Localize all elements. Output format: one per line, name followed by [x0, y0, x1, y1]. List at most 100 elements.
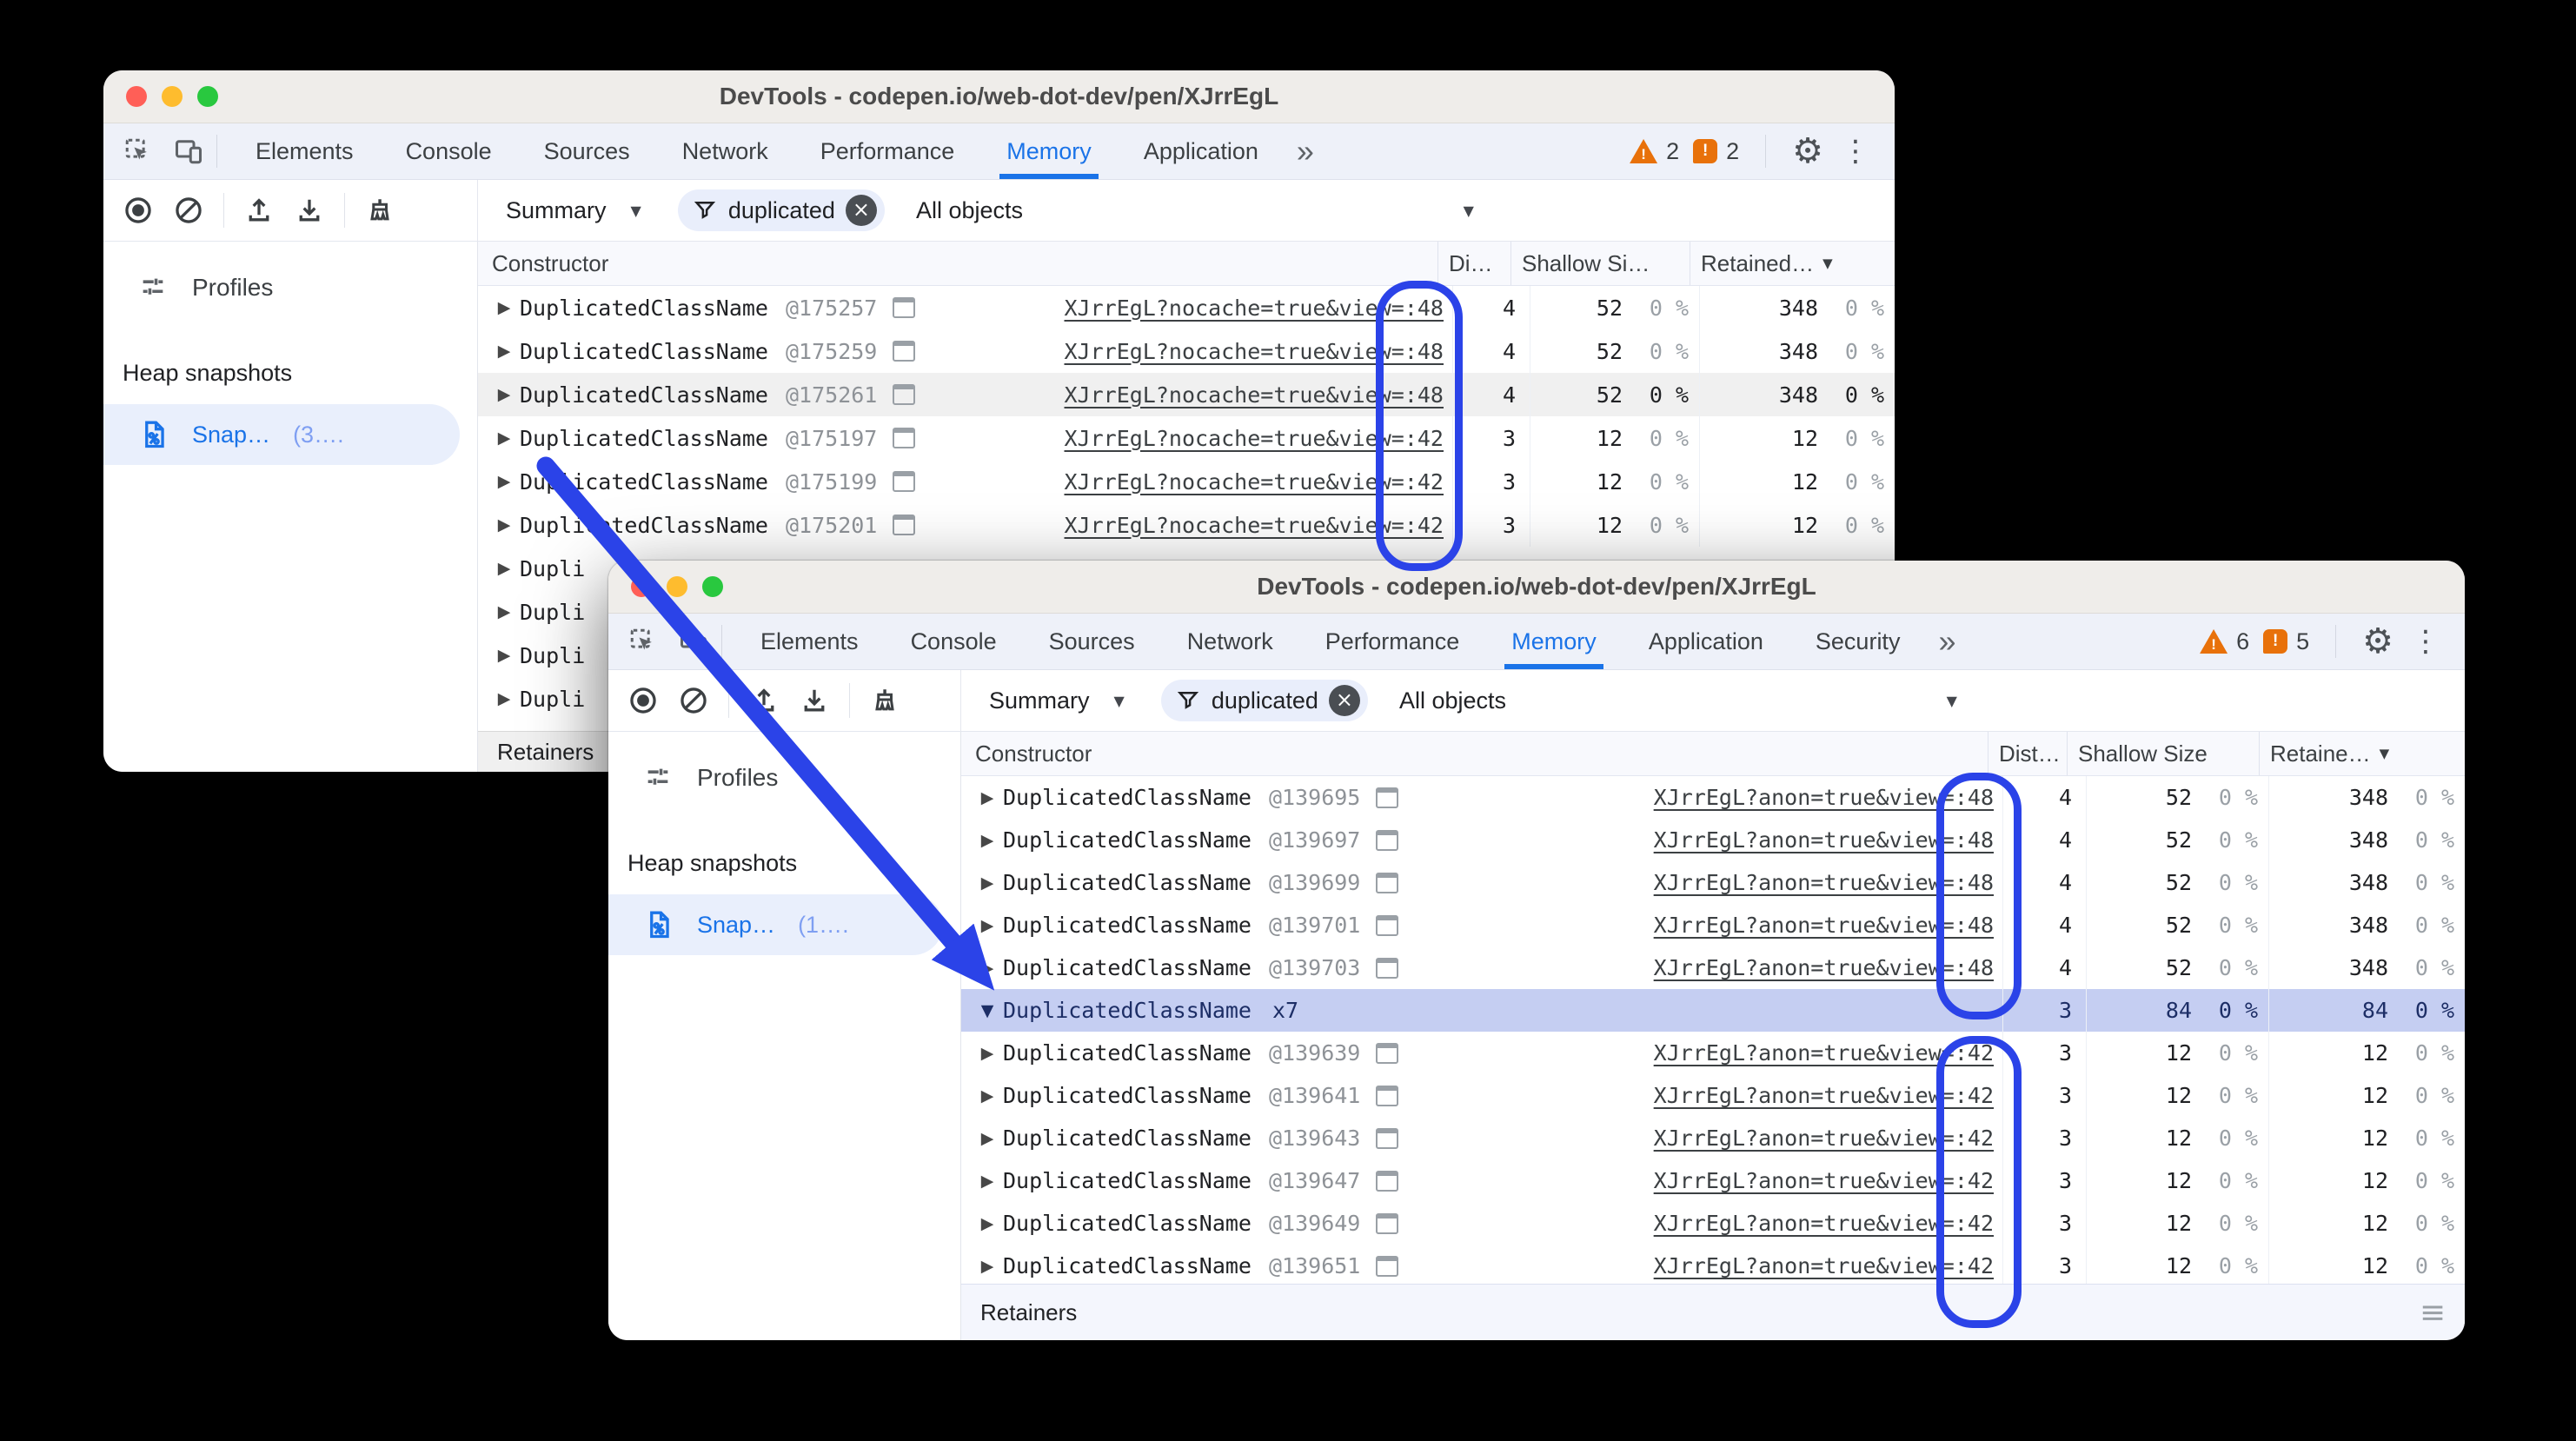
column-header-shallow-size[interactable]: Shallow Si… — [1510, 242, 1690, 285]
tab-performance[interactable]: Performance — [1325, 614, 1460, 669]
table-row[interactable]: ▶ DuplicatedClassName @139641 XJrrEgL?anon=… — [961, 1074, 2465, 1117]
filter-pill[interactable]: duplicated × — [677, 189, 885, 231]
expand-icon[interactable]: ▶ — [972, 1129, 1003, 1148]
table-row[interactable]: ▶ DuplicatedClassName @139697 XJrrEgL?anon=… — [961, 819, 2465, 861]
expand-icon[interactable]: ▶ — [972, 1044, 1003, 1063]
clear-all-brush-icon[interactable] — [364, 195, 395, 226]
object-preview-icon[interactable] — [1376, 1085, 1399, 1106]
expand-icon[interactable]: ▶ — [972, 788, 1003, 807]
expand-icon[interactable]: ▶ — [488, 646, 520, 665]
table-row[interactable]: ▶ DuplicatedClassName @139699 XJrrEgL?anon=… — [961, 861, 2465, 904]
inspect-element-icon[interactable] — [627, 626, 659, 657]
source-link[interactable]: XJrrEgL?anon=true&view=:48 — [1654, 785, 2002, 810]
kebab-menu-icon[interactable]: ⋮ — [1841, 136, 1870, 166]
table-row[interactable]: ▶ DuplicatedClassName @175199 XJrrEgL?nocac… — [478, 460, 1895, 503]
record-snapshot-icon[interactable] — [123, 195, 154, 226]
table-row[interactable]: ▶ DuplicatedClassName @175259 XJrrEgL?nocac… — [478, 329, 1895, 373]
object-preview-icon[interactable] — [1376, 872, 1399, 893]
close-window-button[interactable] — [126, 86, 147, 107]
column-header-retained-size[interactable]: Retaine… ▼ — [2259, 732, 2465, 775]
source-link[interactable]: XJrrEgL?anon=true&view=:42 — [1654, 1168, 2002, 1193]
table-row[interactable]: ▶ DuplicatedClassName @139639 XJrrEgL?anon=… — [961, 1032, 2465, 1074]
more-tabs-icon[interactable]: » — [1938, 623, 1955, 660]
source-link[interactable]: XJrrEgL?nocache=true&view=:48 — [1065, 296, 1453, 321]
table-row[interactable]: ▶ DuplicatedClassName @175197 XJrrEgL?nocac… — [478, 416, 1895, 460]
column-header-distance[interactable]: Dist… — [1988, 732, 2067, 775]
expand-icon[interactable]: ▶ — [488, 342, 520, 361]
clear-filter-icon[interactable]: × — [845, 195, 877, 226]
source-link[interactable]: XJrrEgL?nocache=true&view=:48 — [1065, 339, 1453, 364]
expand-icon[interactable]: ▶ — [488, 472, 520, 491]
expand-icon[interactable]: ▶ — [488, 602, 520, 621]
expand-icon[interactable]: ▶ — [488, 298, 520, 317]
source-link[interactable]: XJrrEgL?anon=true&view=:48 — [1654, 870, 2002, 895]
clear-all-brush-icon[interactable] — [869, 685, 900, 716]
column-header-constructor[interactable]: Constructor — [478, 242, 1437, 285]
collapse-icon[interactable]: ▼ — [972, 1001, 1003, 1020]
more-tabs-icon[interactable]: » — [1297, 133, 1314, 169]
expand-icon[interactable]: ▶ — [972, 1086, 1003, 1106]
minimize-window-button[interactable] — [667, 576, 687, 597]
warnings-badge[interactable]: ! 6 — [2200, 628, 2249, 655]
object-preview-icon[interactable] — [893, 471, 916, 492]
source-link[interactable]: XJrrEgL?nocache=true&view=:42 — [1065, 513, 1453, 538]
expand-icon[interactable]: ▶ — [488, 689, 520, 708]
perspective-select[interactable]: Summary ▼ — [506, 197, 641, 224]
object-preview-icon[interactable] — [893, 384, 916, 405]
table-row[interactable]: ▶ DuplicatedClassName @175201 XJrrEgL?nocac… — [478, 503, 1895, 547]
device-toolbar-icon[interactable] — [678, 626, 709, 657]
tab-console[interactable]: Console — [406, 123, 492, 179]
record-snapshot-icon[interactable] — [627, 685, 659, 716]
source-link[interactable]: XJrrEgL?anon=true&view=:42 — [1654, 1253, 2002, 1278]
warnings-badge[interactable]: ! 2 — [1630, 138, 1679, 165]
sidebar-item-profiles[interactable]: Profiles — [608, 732, 960, 793]
tab-network[interactable]: Network — [682, 123, 768, 179]
column-header-distance[interactable]: Di… — [1437, 242, 1510, 285]
clear-profiles-icon[interactable] — [173, 195, 204, 226]
minimize-window-button[interactable] — [162, 86, 183, 107]
tab-memory[interactable]: Memory — [999, 123, 1099, 179]
expand-icon[interactable]: ▶ — [972, 1257, 1003, 1276]
close-window-button[interactable] — [631, 576, 652, 597]
filter-pill[interactable]: duplicated × — [1160, 680, 1368, 721]
table-row[interactable]: ▶ DuplicatedClassName @139701 XJrrEgL?anon=… — [961, 904, 2465, 946]
load-profile-icon[interactable] — [243, 195, 275, 226]
load-profile-icon[interactable] — [748, 685, 780, 716]
issues-badge[interactable]: ! 2 — [1693, 138, 1739, 165]
clear-profiles-icon[interactable] — [678, 685, 709, 716]
expand-icon[interactable]: ▶ — [488, 385, 520, 404]
object-preview-icon[interactable] — [893, 341, 916, 362]
table-row[interactable]: ▶ DuplicatedClassName @139695 XJrrEgL?anon=… — [961, 776, 2465, 819]
table-row[interactable]: ▶ DuplicatedClassName @139643 XJrrEgL?anon=… — [961, 1117, 2465, 1159]
object-preview-icon[interactable] — [893, 515, 916, 535]
tab-security[interactable]: Security — [1816, 614, 1901, 669]
object-preview-icon[interactable] — [1376, 1127, 1399, 1149]
source-link[interactable]: XJrrEgL?anon=true&view=:42 — [1654, 1211, 2002, 1236]
tab-network[interactable]: Network — [1187, 614, 1273, 669]
perspective-select[interactable]: Summary ▼ — [989, 687, 1125, 714]
objects-filter-select[interactable]: All objects ▼ — [916, 197, 1474, 224]
table-row[interactable]: ▶ DuplicatedClassName @139649 XJrrEgL?anon=… — [961, 1202, 2465, 1245]
inspect-element-icon[interactable] — [123, 136, 154, 167]
expand-icon[interactable]: ▶ — [972, 1172, 1003, 1191]
object-preview-icon[interactable] — [1376, 1255, 1399, 1277]
settings-gear-icon[interactable]: ⚙ — [1792, 134, 1823, 169]
source-link[interactable]: XJrrEgL?nocache=true&view=:42 — [1065, 426, 1453, 451]
titlebar[interactable]: DevTools - codepen.io/web-dot-dev/pen/XJ… — [608, 561, 2465, 614]
table-row[interactable]: ▶ DuplicatedClassName @139647 XJrrEgL?anon=… — [961, 1159, 2465, 1202]
snapshot-item-selected[interactable]: Snap… (1…. — [608, 894, 943, 955]
source-link[interactable]: XJrrEgL?anon=true&view=:48 — [1654, 955, 2002, 980]
save-profile-icon[interactable] — [294, 195, 325, 226]
tab-sources[interactable]: Sources — [1049, 614, 1135, 669]
tab-memory[interactable]: Memory — [1504, 614, 1603, 669]
kebab-menu-icon[interactable]: ⋮ — [2411, 627, 2440, 656]
zoom-window-button[interactable] — [197, 86, 218, 107]
tab-application[interactable]: Application — [1144, 123, 1258, 179]
object-preview-icon[interactable] — [1376, 1170, 1399, 1192]
source-link[interactable]: XJrrEgL?anon=true&view=:48 — [1654, 913, 2002, 938]
expand-icon[interactable]: ▶ — [488, 559, 520, 578]
drag-handle-icon[interactable]: ≡ — [2420, 1295, 2446, 1331]
sidebar-item-profiles[interactable]: Profiles — [103, 242, 477, 302]
source-link[interactable]: XJrrEgL?anon=true&view=:42 — [1654, 1126, 2002, 1151]
snapshot-item-selected[interactable]: Snap… (3…. — [103, 404, 460, 465]
